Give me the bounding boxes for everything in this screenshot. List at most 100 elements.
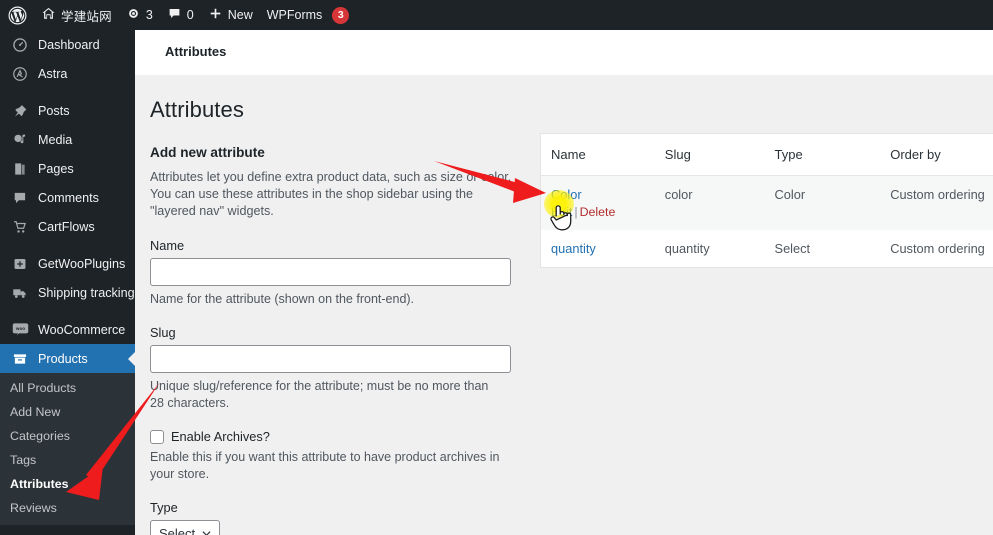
name-input[interactable]	[150, 258, 511, 286]
name-field-group: Name Name for the attribute (shown on th…	[150, 238, 522, 308]
sidebar-item-pages[interactable]: Pages	[0, 154, 135, 183]
sidebar-item-astra[interactable]: Astra	[0, 59, 135, 88]
attribute-name-cell: quantity	[541, 230, 665, 267]
site-name-label: 学建站网	[61, 9, 112, 24]
type-select-value: Select	[159, 526, 196, 535]
sidebar-item-tags[interactable]: Tags	[0, 448, 135, 472]
attribute-slug-cell: color	[664, 175, 775, 230]
slug-input[interactable]	[150, 345, 511, 373]
sidebar-item-label: GetWooPlugins	[38, 256, 126, 271]
wpforms-badge: 3	[332, 6, 350, 24]
slug-field-group: Slug Unique slug/reference for the attri…	[150, 325, 522, 412]
comment-bubble-icon	[167, 6, 182, 24]
attribute-type-cell: Select	[774, 241, 811, 256]
sidebar-item-posts[interactable]: Posts	[0, 96, 135, 125]
comment-icon	[10, 188, 30, 208]
woocommerce-icon: woo	[10, 320, 30, 340]
plus-icon	[208, 6, 223, 24]
sidebar-item-label: Dashboard	[38, 37, 100, 52]
astra-icon	[10, 64, 30, 84]
column-header-name[interactable]: Name	[541, 134, 665, 176]
table-row: Color Edit|Delete color Color Custom ord…	[541, 175, 993, 230]
cart-icon	[10, 217, 30, 237]
add-new-attribute-form: Add new attribute Attributes let you def…	[150, 145, 522, 535]
section-description: Attributes let you define extra product …	[150, 170, 512, 218]
enable-archives-label: Enable Archives?	[171, 429, 270, 444]
name-label: Name	[150, 238, 185, 253]
sidebar-item-label: WooCommerce	[38, 322, 126, 337]
screenshot-root: 学建站网 3 0 New WPForms 3 Dashboard Astra P…	[0, 0, 993, 535]
breadcrumb: Attributes	[165, 44, 227, 59]
page-header-strip: Attributes	[135, 30, 993, 75]
home-icon	[41, 6, 56, 24]
slug-description: Unique slug/reference for the attribute;…	[150, 379, 489, 410]
sidebar-item-label: Pages	[38, 161, 74, 176]
table-row: quantity quantity Select Custom ordering	[541, 230, 993, 267]
main-content: Attributes Add new attribute Attributes …	[135, 75, 993, 535]
table-header-row: Name Slug Type Order by	[541, 134, 993, 176]
column-header-slug[interactable]: Slug	[664, 134, 775, 176]
column-header-order-by[interactable]: Order by	[890, 134, 993, 176]
sidebar-item-label: Media	[38, 132, 73, 147]
archives-description: Enable this if you want this attribute t…	[150, 450, 500, 481]
column-header-type[interactable]: Type	[774, 134, 891, 176]
admin-sidebar: Dashboard Astra Posts Media Pages Commen…	[0, 30, 136, 535]
section-heading: Add new attribute	[150, 145, 265, 160]
sidebar-item-label: Products	[38, 351, 88, 366]
hand-pointer-cursor-icon	[550, 205, 572, 231]
wpforms-menu[interactable]: WPForms 3	[260, 0, 357, 30]
sidebar-item-attributes[interactable]: Attributes	[0, 472, 135, 496]
truck-icon	[10, 283, 30, 303]
attribute-name-link[interactable]: quantity	[551, 241, 596, 256]
attributes-table: Name Slug Type Order by Color Edit|Delet…	[541, 134, 993, 267]
pages-icon	[10, 159, 30, 179]
updates-icon	[126, 6, 141, 24]
admin-bar: 学建站网 3 0 New WPForms 3	[0, 0, 993, 30]
svg-text:woo: woo	[14, 326, 24, 331]
sidebar-item-label: Astra	[38, 66, 68, 81]
enable-archives-checkbox[interactable]	[150, 429, 164, 444]
sidebar-item-categories[interactable]: Categories	[0, 424, 135, 448]
new-content-menu[interactable]: New	[201, 0, 260, 30]
type-label: Type	[150, 500, 178, 515]
type-field-group: Type Select Determines how this attribut…	[150, 500, 522, 535]
type-select[interactable]: Select	[150, 520, 221, 535]
sidebar-item-add-new[interactable]: Add New	[0, 400, 135, 424]
site-name-menu[interactable]: 学建站网	[34, 0, 119, 30]
chevron-down-icon	[202, 529, 211, 535]
products-icon	[10, 349, 30, 369]
sidebar-item-comments[interactable]: Comments	[0, 183, 135, 212]
slug-label: Slug	[150, 325, 176, 340]
sidebar-item-label: Posts	[38, 103, 70, 118]
attribute-order-cell: Custom ordering	[890, 241, 985, 256]
attribute-slug-cell: quantity	[664, 241, 710, 256]
attribute-order-cell: Custom ordering	[890, 175, 993, 230]
sidebar-item-label: Comments	[38, 190, 99, 205]
comments-count: 0	[186, 8, 194, 22]
sidebar-item-shipping-tracking[interactable]: Shipping tracking	[0, 278, 135, 307]
pin-icon	[10, 101, 30, 121]
sidebar-item-dashboard[interactable]: Dashboard	[0, 30, 135, 59]
updates-indicator[interactable]: 3	[119, 0, 160, 30]
sidebar-item-all-products[interactable]: All Products	[0, 376, 135, 400]
sidebar-item-reviews[interactable]: Reviews	[0, 496, 135, 520]
sidebar-item-label: CartFlows	[38, 219, 95, 234]
attributes-table-panel: Name Slug Type Order by Color Edit|Delet…	[540, 133, 993, 268]
sidebar-item-label: Shipping tracking	[38, 285, 135, 300]
actions-separator: |	[574, 205, 578, 219]
sidebar-item-cartflows[interactable]: CartFlows	[0, 212, 135, 241]
updates-count: 3	[145, 8, 153, 22]
archives-field-group: Enable Archives? Enable this if you want…	[150, 429, 522, 483]
sidebar-item-woocommerce[interactable]: woo WooCommerce	[0, 315, 135, 344]
wordpress-logo-icon[interactable]	[0, 0, 34, 30]
delete-link[interactable]: Delete	[580, 205, 616, 219]
attribute-type-cell: Color	[774, 175, 891, 230]
dashboard-icon	[10, 35, 30, 55]
new-label: New	[227, 8, 253, 22]
sidebar-item-media[interactable]: Media	[0, 125, 135, 154]
products-submenu: All Products Add New Categories Tags Att…	[0, 373, 135, 525]
sidebar-item-getwooplugins[interactable]: GetWooPlugins	[0, 249, 135, 278]
comments-indicator[interactable]: 0	[160, 0, 201, 30]
sidebar-item-products[interactable]: Products	[0, 344, 136, 373]
plugin-icon	[10, 254, 30, 274]
